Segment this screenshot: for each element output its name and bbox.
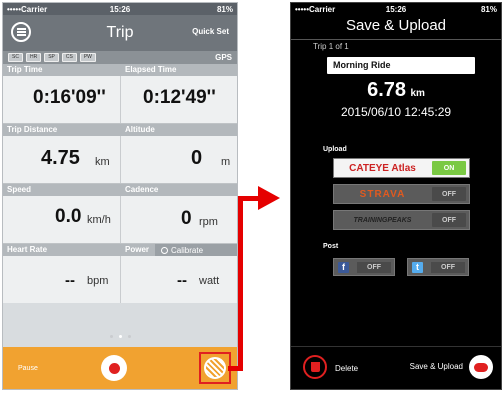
power-label: Power [125,245,150,254]
upload-footer: Delete Save & Upload [291,346,501,389]
divider [291,39,501,40]
power-cell: -- watt [121,256,237,303]
heart-rate-label: Heart Rate [7,245,48,254]
cateye-atlas-logo: CATEYE Atlas [349,162,416,174]
altitude-value: 0 [191,147,203,169]
clock: 15:26 [385,4,407,14]
speed-unit: km/h [87,214,111,226]
trainingpeaks-toggle[interactable]: OFF [432,213,466,227]
cadence-value: 0 [181,208,192,229]
altitude-unit: m [221,156,231,168]
service-cateye-atlas[interactable]: CATEYE Atlas ON [333,158,470,178]
arrow-right-icon [258,186,280,210]
sensor-chip-cs: CS [61,53,77,62]
distance-unit: km [410,88,425,99]
sensor-chip-sc: SC [8,53,23,62]
twitter-toggle[interactable]: OFF [431,262,465,273]
trip-distance-unit: km [95,156,110,168]
speed-cell: 0.0 km/h [3,196,121,243]
speed-value: 0.0 [55,206,82,227]
twitter-icon: t [412,262,423,273]
cadence-unit: rpm [199,216,218,228]
elapsed-time-value: 0:12'49'' [143,87,216,108]
trainingpeaks-logo: TRAININGPEAKS [353,216,412,224]
row-time: Trip Time Elapsed Time 0:16'09'' 0:12'49… [3,64,237,124]
cateye-atlas-toggle[interactable]: ON [432,161,466,175]
cloud-upload-icon [474,362,488,372]
pause-button[interactable]: Pause [18,365,38,372]
trip-footer: Pause [3,347,237,389]
page-indicator [3,325,237,343]
upload-section-label: Upload [323,146,347,153]
carrier-label: •••••Carrier [295,4,336,14]
power-value: -- [177,272,187,289]
post-section-label: Post [323,243,339,250]
elapsed-time-label: Elapsed Time [125,65,177,74]
heart-rate-value: -- [65,272,75,289]
connector-line-vertical [238,196,243,370]
row-distance: Trip Distance Altitude 4.75 km 0 m [3,124,237,184]
row-heart-power: Heart Rate Power Calibrate -- bpm -- wat… [3,244,237,303]
measurement-grid: Trip Time Elapsed Time 0:16'09'' 0:12'49… [3,64,237,303]
row-speed: Speed Cadence 0.0 km/h 0 rpm [3,184,237,244]
facebook-icon: f [338,262,349,273]
calibrate-icon [161,246,168,254]
checkered-flag-icon [204,357,226,379]
save-upload-screen: •••••Carrier 15:26 81% Save & Upload Tri… [290,2,502,390]
trip-distance-label: Trip Distance [7,125,58,134]
record-button[interactable] [101,355,127,381]
heart-rate-unit: bpm [87,275,109,287]
strava-toggle[interactable]: OFF [432,187,466,201]
record-icon [108,362,120,374]
altitude-cell: 0 m [121,136,237,183]
distance-value: 6.78 [367,79,407,101]
trip-distance: 6.78 km [291,79,501,102]
cadence-label: Cadence [125,185,159,194]
trip-distance-cell: 4.75 km [3,136,121,183]
altitude-label: Altitude [125,125,155,134]
trash-icon [310,362,320,372]
heart-rate-cell: -- bpm [3,256,121,303]
calibrate-label: Calibrate [171,245,204,255]
post-twitter[interactable]: t OFF [407,258,469,276]
finish-flag-button[interactable] [199,352,231,384]
trip-counter: Trip 1 of 1 [313,42,349,51]
sensor-chip-sp: SP [44,53,59,62]
trip-time-value: 0:16'09'' [33,87,106,108]
sensor-status-bar: SC HR SP CS PW GPS [3,51,237,64]
trip-datetime: 2015/06/10 12:45:29 [340,105,452,119]
carrier-label: •••••Carrier [7,4,48,14]
delete-button[interactable] [303,355,327,379]
cadence-cell: 0 rpm [121,196,237,243]
page-title: Save & Upload [345,17,447,34]
cloud-upload-button[interactable] [469,355,493,379]
calibrate-button[interactable]: Calibrate [155,244,237,256]
post-facebook[interactable]: f OFF [333,258,395,276]
status-bar: •••••Carrier 15:26 81% [291,3,501,15]
trip-distance-value: 4.75 [41,147,80,169]
save-upload-label[interactable]: Save & Upload [410,362,463,371]
battery-level: 81% [216,4,233,14]
trip-name-field[interactable]: Morning Ride [327,57,475,74]
delete-label[interactable]: Delete [335,364,358,373]
service-trainingpeaks[interactable]: TRAININGPEAKS OFF [333,210,470,230]
connector-line-top [238,196,260,201]
elapsed-time-cell: 0:12'49'' [121,76,237,123]
trip-screen: •••••Carrier 15:26 81% Trip Quick Set SC… [2,2,238,390]
speed-label: Speed [7,185,32,194]
sensor-chip-pw: PW [79,53,96,62]
service-strava[interactable]: STRAVA OFF [333,184,470,204]
trip-header: Trip Quick Set [3,15,237,51]
battery-level: 81% [480,4,497,14]
status-bar: •••••Carrier 15:26 81% [3,3,237,15]
clock: 15:26 [109,4,131,14]
facebook-toggle[interactable]: OFF [357,262,391,273]
trip-time-label: Trip Time [7,65,43,74]
strava-logo: STRAVA [359,188,406,200]
quick-set-button[interactable]: Quick Set [192,27,229,36]
sensor-chip-hr: HR [25,53,42,62]
power-unit: watt [199,275,220,287]
trip-time-cell: 0:16'09'' [3,76,121,123]
gps-indicator: GPS [215,53,232,62]
